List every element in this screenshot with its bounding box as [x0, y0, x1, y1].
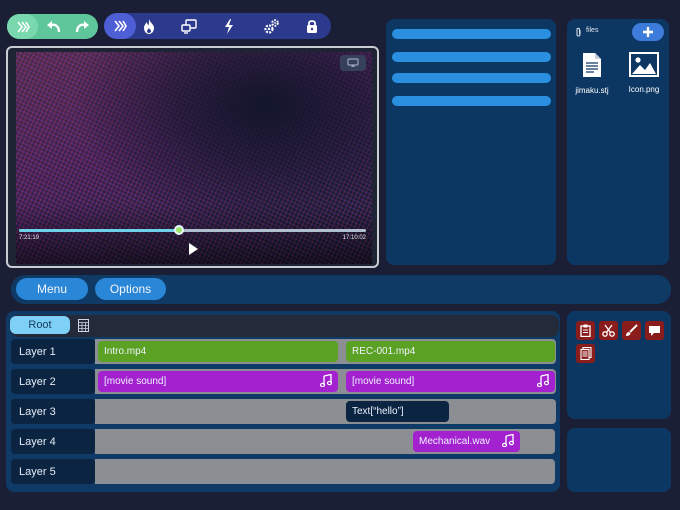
fire-effect-button[interactable] [134, 13, 164, 39]
paperclip-icon [576, 27, 581, 37]
share-screen-icon [181, 18, 197, 34]
calendar-grid-icon [77, 318, 89, 332]
properties-panel [567, 428, 671, 492]
edit-tools-panel [567, 311, 671, 419]
list-item[interactable] [392, 96, 551, 106]
effects-toolbar [104, 13, 331, 39]
seek-handle[interactable] [173, 225, 184, 235]
clipboard-button[interactable] [576, 321, 595, 340]
clip-movie-sound-2[interactable]: [movie sound] [346, 371, 555, 392]
current-time: 7:21:19 [19, 235, 40, 241]
layer-label-4[interactable]: Layer 4 [11, 429, 95, 454]
expand-effects-button[interactable] [104, 13, 136, 39]
undo-button[interactable] [40, 14, 68, 39]
redo-button[interactable] [68, 14, 96, 39]
clip-label: [movie sound] [352, 376, 415, 387]
list-panel [386, 19, 556, 265]
lock-button[interactable] [297, 13, 327, 39]
paste-button[interactable] [576, 344, 595, 363]
file-name: Icon.png [628, 85, 660, 94]
scissors-icon [602, 324, 615, 337]
clip-rec[interactable]: REC-001.mp4 [346, 341, 555, 362]
layer-label-5[interactable]: Layer 5 [11, 459, 95, 484]
redo-icon [75, 20, 89, 32]
total-time: 17:10:02 [342, 235, 366, 241]
brush-button[interactable] [622, 321, 641, 340]
history-toolbar [7, 14, 98, 39]
image-icon [629, 52, 659, 77]
track-layer-2[interactable]: [movie sound] [movie sound] [95, 369, 556, 394]
clipboard-icon [580, 324, 591, 337]
layer-label-3[interactable]: Layer 3 [11, 399, 95, 424]
file-name: jimaku.stj [575, 86, 609, 95]
options-button[interactable]: Options [95, 278, 166, 300]
chevrons-right-icon [16, 21, 30, 32]
play-button[interactable] [186, 242, 200, 256]
video-frame[interactable]: 7:21:19 17:10:02 [16, 52, 372, 264]
clip-mechanical-wav[interactable]: Mechanical.wav [413, 431, 520, 452]
clip-label: [movie sound] [104, 376, 167, 387]
flame-icon [144, 18, 154, 34]
files-panel: files jimaku.stj Icon.png [567, 19, 669, 265]
files-label: files [586, 27, 599, 34]
list-item[interactable] [392, 29, 551, 39]
grid-view-button[interactable] [76, 318, 90, 332]
music-note-icon [320, 374, 332, 387]
add-file-button[interactable] [632, 23, 664, 41]
list-item[interactable] [392, 73, 551, 83]
flash-button[interactable] [214, 13, 244, 39]
track-layer-3[interactable]: Text[“hello”] [95, 399, 556, 424]
seek-progress [19, 229, 179, 232]
track-layer-4[interactable]: Mechanical.wav [95, 429, 555, 454]
track-layer-1[interactable]: Intro.mp4 REC-001.mp4 [95, 339, 556, 364]
timeline-header: Root [10, 315, 559, 337]
play-icon [189, 243, 198, 255]
screen-share-button[interactable] [174, 13, 204, 39]
music-note-icon [502, 434, 514, 447]
video-player: 7:21:19 17:10:02 [6, 46, 379, 268]
expand-button[interactable] [7, 14, 38, 39]
cast-button[interactable] [340, 55, 366, 71]
music-note-icon [537, 374, 549, 387]
settings-icon [263, 18, 279, 34]
track-layer-5[interactable] [95, 459, 555, 484]
file-item[interactable]: jimaku.stj [569, 52, 615, 95]
clip-text-hello[interactable]: Text[“hello”] [346, 401, 449, 422]
plus-icon [643, 27, 653, 37]
seek-bar[interactable] [19, 225, 366, 235]
clip-movie-sound-1[interactable]: [movie sound] [98, 371, 338, 392]
cut-button[interactable] [599, 321, 618, 340]
layer-label-1[interactable]: Layer 1 [11, 339, 95, 364]
undo-icon [47, 20, 61, 32]
comment-button[interactable] [645, 321, 664, 340]
comment-icon [649, 325, 660, 336]
paste-document-icon [579, 347, 592, 360]
clip-intro[interactable]: Intro.mp4 [98, 341, 338, 362]
chevrons-right-icon [114, 20, 127, 32]
timeline-panel: Root Layer 1 Intro.mp4 REC-001.mp4 Layer… [6, 311, 560, 492]
menu-button[interactable]: Menu [16, 278, 88, 300]
document-icon [583, 53, 601, 77]
clip-label: Mechanical.wav [419, 436, 491, 447]
brush-icon [626, 324, 638, 336]
lock-icon [307, 20, 317, 33]
list-item[interactable] [392, 52, 551, 62]
settings-button[interactable] [256, 13, 286, 39]
menu-bar: Menu Options [11, 275, 671, 304]
cast-icon [347, 58, 359, 67]
tab-root[interactable]: Root [10, 316, 70, 334]
file-item[interactable]: Icon.png [621, 52, 667, 94]
lightning-icon [225, 18, 233, 34]
layer-label-2[interactable]: Layer 2 [11, 369, 95, 394]
